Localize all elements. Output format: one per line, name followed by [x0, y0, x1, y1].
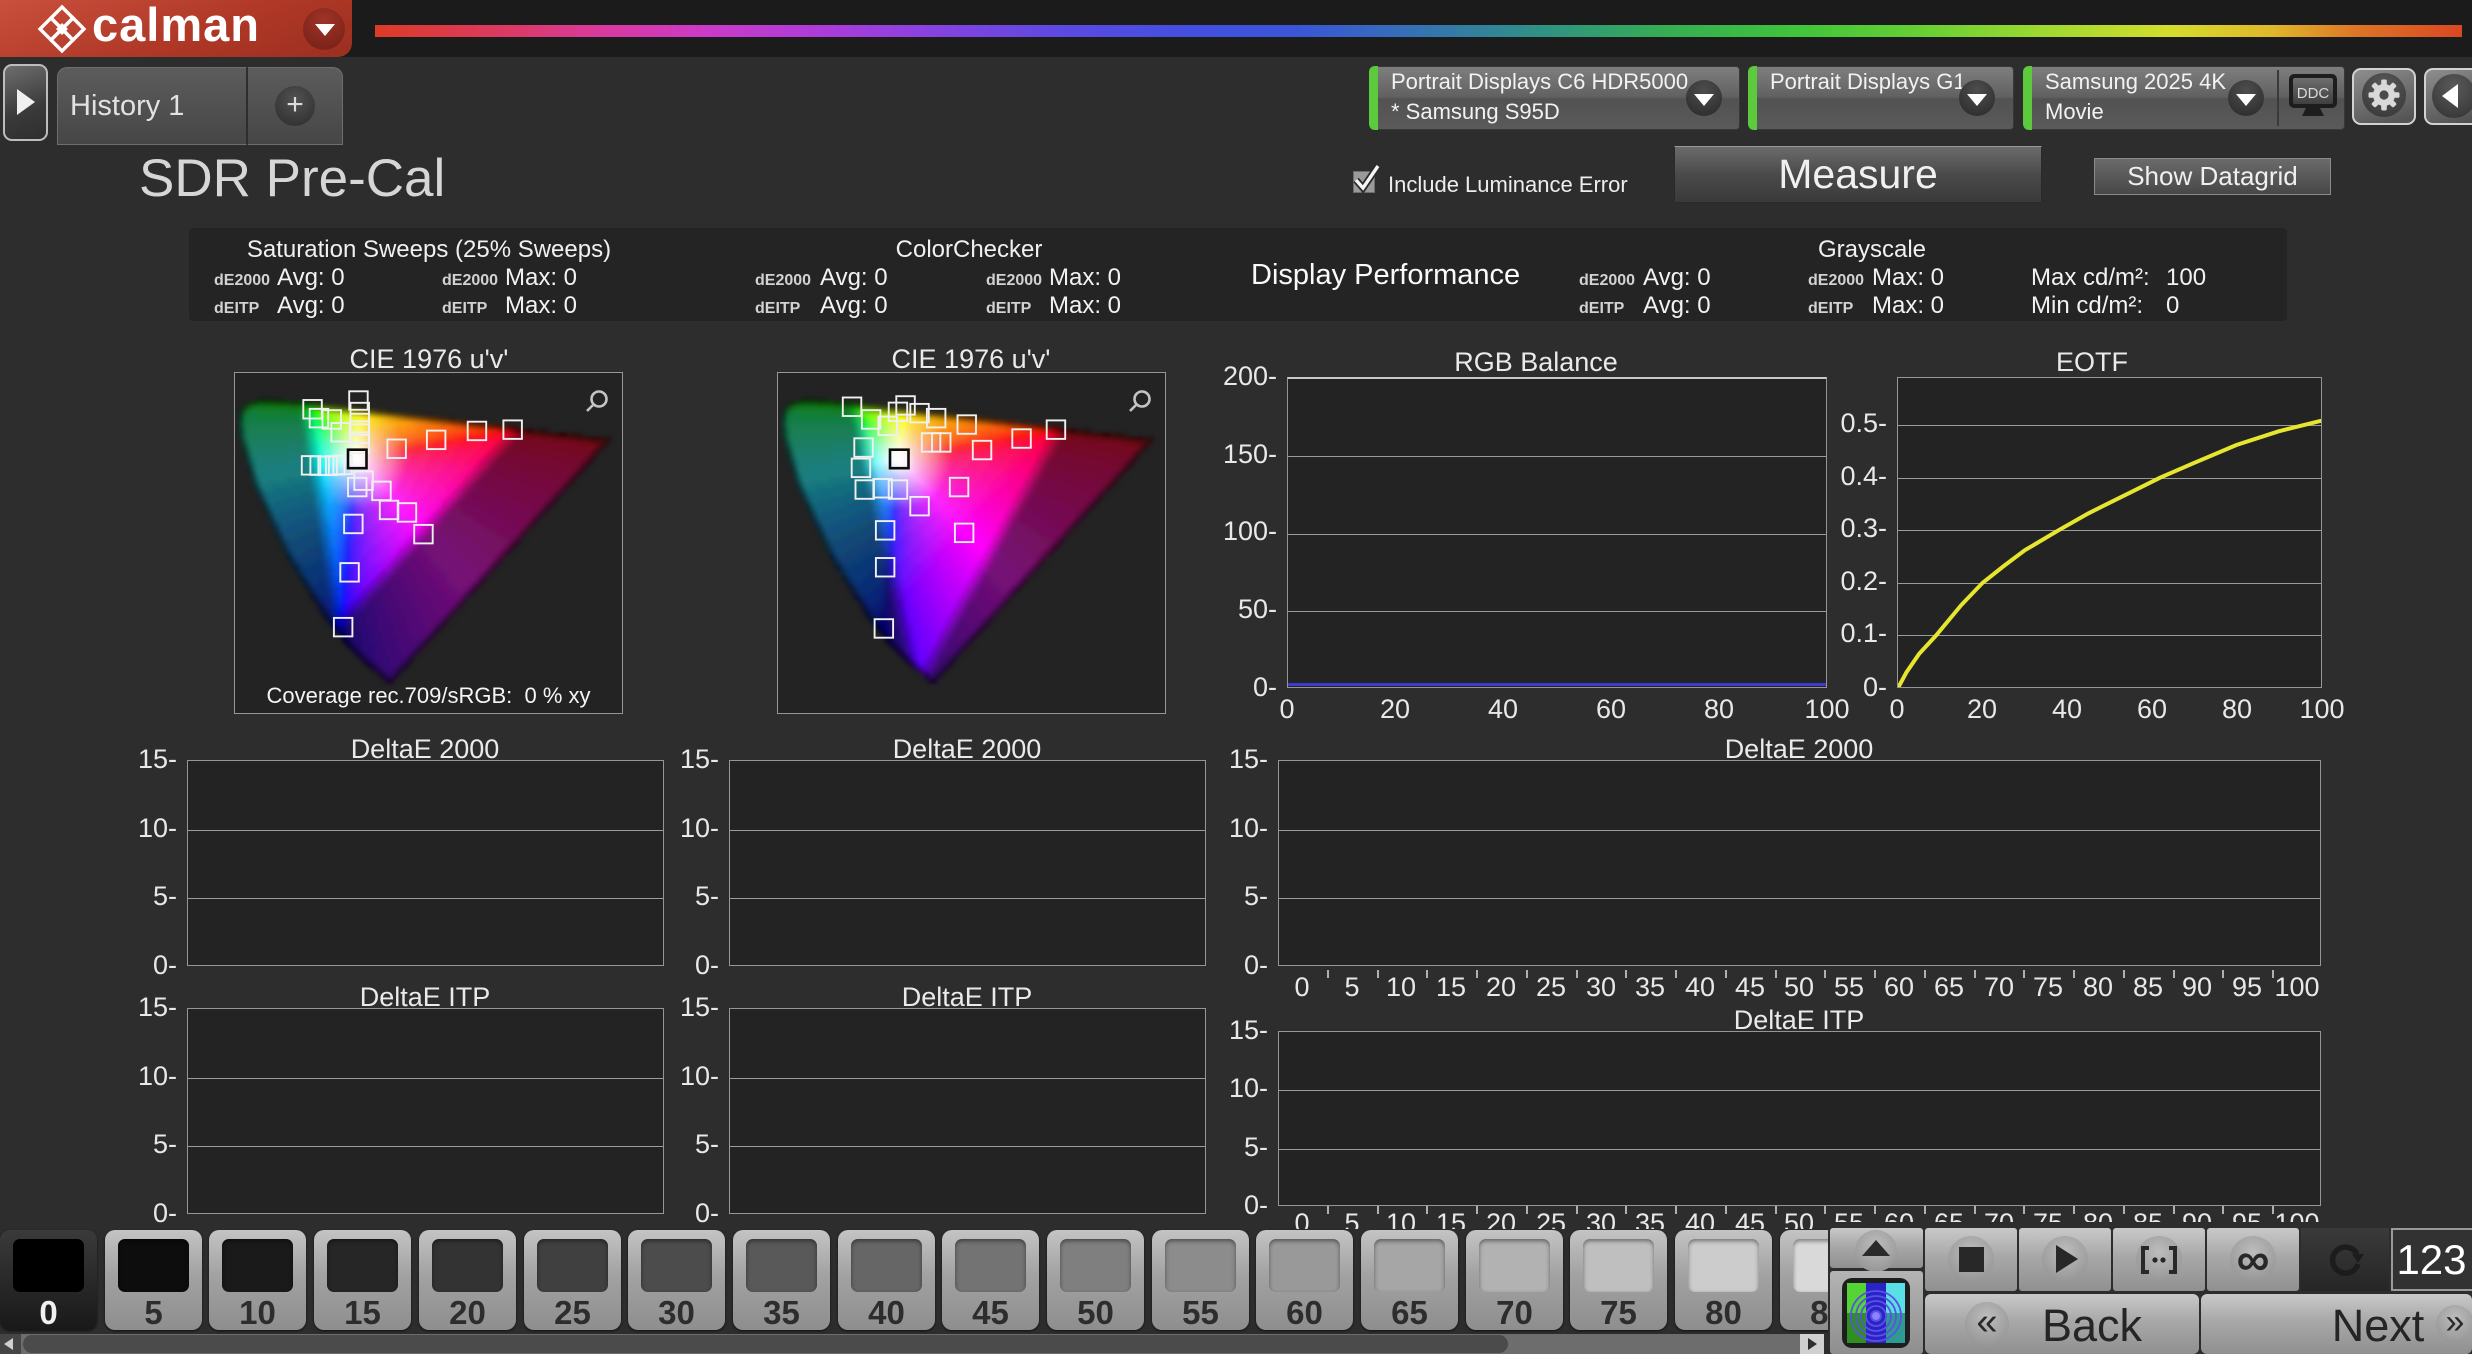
- svg-text:DDC: DDC: [2297, 85, 2330, 102]
